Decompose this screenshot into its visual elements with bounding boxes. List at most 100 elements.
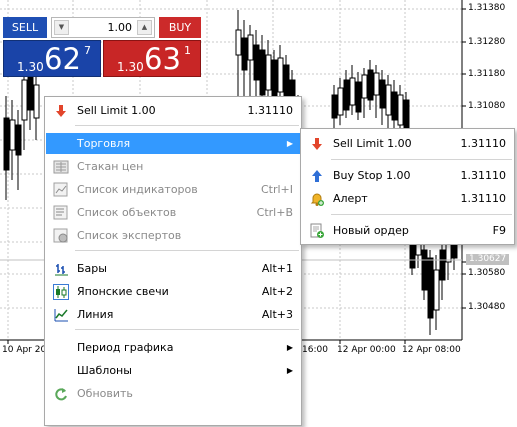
menu-item-label: Список индикаторов <box>77 183 198 196</box>
menu-item-label: Buy Stop 1.00 <box>333 169 411 182</box>
menu-item-indicators-list[interactable]: Список индикаторов Ctrl+I <box>46 179 300 200</box>
menu-item-candlesticks[interactable]: Японские свечи Alt+2 <box>46 281 300 302</box>
candle-body <box>355 81 362 113</box>
menu-item-shortcut: Ctrl+B <box>256 206 293 219</box>
candle-body <box>241 37 248 71</box>
candlestick-icon <box>53 284 69 300</box>
menu-item-label: Список экспертов <box>77 229 182 242</box>
candle-body <box>343 79 350 111</box>
menu-item-bars[interactable]: Бары Alt+1 <box>46 258 300 279</box>
candle-body <box>259 49 266 96</box>
sell-button[interactable]: SELL <box>3 17 47 38</box>
menu-item-trading[interactable]: Торговля ▶ <box>46 133 300 154</box>
trading-submenu: Sell Limit 1.00 1.31110 Buy Stop 1.00 1.… <box>300 128 515 245</box>
menu-item-shortcut: Alt+3 <box>261 308 293 321</box>
candle-body <box>439 249 446 281</box>
candle-body <box>265 54 272 91</box>
candle-body <box>403 99 410 129</box>
buy-price-button[interactable]: 1.30 63 1 <box>103 40 201 77</box>
candle-body <box>235 29 242 56</box>
submenu-arrow-icon: ▶ <box>286 366 293 375</box>
submenu-item-buy-stop[interactable]: Buy Stop 1.00 1.31110 <box>302 165 513 186</box>
candle-body <box>277 57 284 93</box>
buy-price-prefix: 1.30 <box>117 60 144 74</box>
candle-body <box>271 59 278 101</box>
menu-separator <box>75 329 299 330</box>
menu-item-label: Период графика <box>77 341 174 354</box>
menu-separator <box>331 159 512 160</box>
menu-separator <box>75 250 299 251</box>
menu-item-templates[interactable]: Шаблоны ▶ <box>46 360 300 381</box>
menu-item-objects-list[interactable]: Список объектов Ctrl+B <box>46 202 300 223</box>
price-axis-label: 1.31180 <box>468 69 506 79</box>
submenu-arrow-icon: ▶ <box>286 139 293 148</box>
menu-item-shortcut: Ctrl+I <box>260 183 293 196</box>
time-axis-label: 10 Apr 20 <box>2 345 47 355</box>
new-order-icon <box>309 223 325 239</box>
chart-context-menu: Sell Limit 1.00 1.31110 Торговля ▶ Стака… <box>44 96 302 426</box>
candle-body <box>15 124 22 156</box>
candle-body <box>3 117 10 171</box>
candle-body <box>253 44 260 81</box>
price-axis-label: 1.30480 <box>468 302 506 312</box>
sell-price-button[interactable]: 1.30 62 7 <box>3 40 101 77</box>
menu-item-label: Торговля <box>77 137 131 150</box>
alert-bell-icon <box>309 191 325 207</box>
menu-item-label: Обновить <box>77 387 133 400</box>
menu-item-label: Список объектов <box>77 206 177 219</box>
buy-price-pips: 63 <box>144 42 181 76</box>
menu-separator <box>75 125 299 126</box>
menu-item-line[interactable]: Линия Alt+3 <box>46 304 300 325</box>
menu-item-label: Японские свечи <box>77 285 169 298</box>
buy-price-fraction: 1 <box>184 44 191 57</box>
menu-item-refresh[interactable]: Обновить <box>46 383 300 404</box>
volume-input[interactable]: 1.00 <box>108 18 133 37</box>
menu-item-label: Линия <box>77 308 114 321</box>
menu-item-price: 1.31110 <box>460 137 507 150</box>
volume-stepper[interactable]: ▼ 1.00 ▲ <box>51 17 155 38</box>
price-axis-label: 1.31380 <box>468 3 506 13</box>
one-click-trading-panel: SELL ▼ 1.00 ▲ BUY 1.30 62 7 1.30 63 1 <box>3 17 201 77</box>
candle-body <box>349 77 356 106</box>
submenu-item-sell-limit[interactable]: Sell Limit 1.00 1.31110 <box>302 133 513 154</box>
sell-price-fraction: 7 <box>84 44 91 57</box>
candle-body <box>9 119 16 151</box>
volume-decrease-button[interactable]: ▼ <box>54 20 69 35</box>
submenu-item-new-order[interactable]: Новый ордер F9 <box>302 220 513 241</box>
menu-item-depth-of-market[interactable]: Стакан цен <box>46 156 300 177</box>
buy-button[interactable]: BUY <box>159 17 201 38</box>
candle-body <box>397 94 404 126</box>
menu-item-label: Алерт <box>333 192 368 205</box>
depth-of-market-icon <box>53 159 69 175</box>
volume-increase-button[interactable]: ▲ <box>137 20 152 35</box>
objects-list-icon <box>53 205 69 221</box>
candle-body <box>379 79 386 109</box>
price-axis-label: 1.30580 <box>468 268 506 278</box>
menu-item-label: Бары <box>77 262 107 275</box>
menu-item-experts-list[interactable]: Список экспертов <box>46 225 300 246</box>
indicators-list-icon <box>53 182 69 198</box>
candle-body <box>421 249 428 291</box>
candle-body <box>27 74 34 111</box>
time-axis-label: 12 Apr 00:00 <box>337 345 396 355</box>
red-down-arrow-icon <box>309 136 325 152</box>
menu-separator <box>331 214 512 215</box>
candle-body <box>385 84 392 116</box>
bar-chart-icon <box>53 261 69 277</box>
menu-item-label: Sell Limit 1.00 <box>333 137 412 150</box>
refresh-icon <box>53 386 69 402</box>
menu-item-sell-limit[interactable]: Sell Limit 1.00 1.31110 <box>46 100 300 121</box>
menu-item-shortcut: F9 <box>492 224 506 237</box>
menu-item-label: Новый ордер <box>333 224 409 237</box>
sell-price-pips: 62 <box>44 42 81 76</box>
submenu-item-alert[interactable]: Алерт 1.31110 <box>302 188 513 209</box>
candle-body <box>427 257 434 319</box>
blue-up-arrow-icon <box>309 168 325 184</box>
menu-item-price: 1.31110 <box>460 169 507 182</box>
candle-body <box>433 269 440 311</box>
menu-item-chart-period[interactable]: Период графика ▶ <box>46 337 300 358</box>
candle-body <box>337 87 344 116</box>
candle-body <box>33 84 40 119</box>
menu-item-label: Sell Limit 1.00 <box>77 104 156 117</box>
submenu-arrow-icon: ▶ <box>286 343 293 352</box>
